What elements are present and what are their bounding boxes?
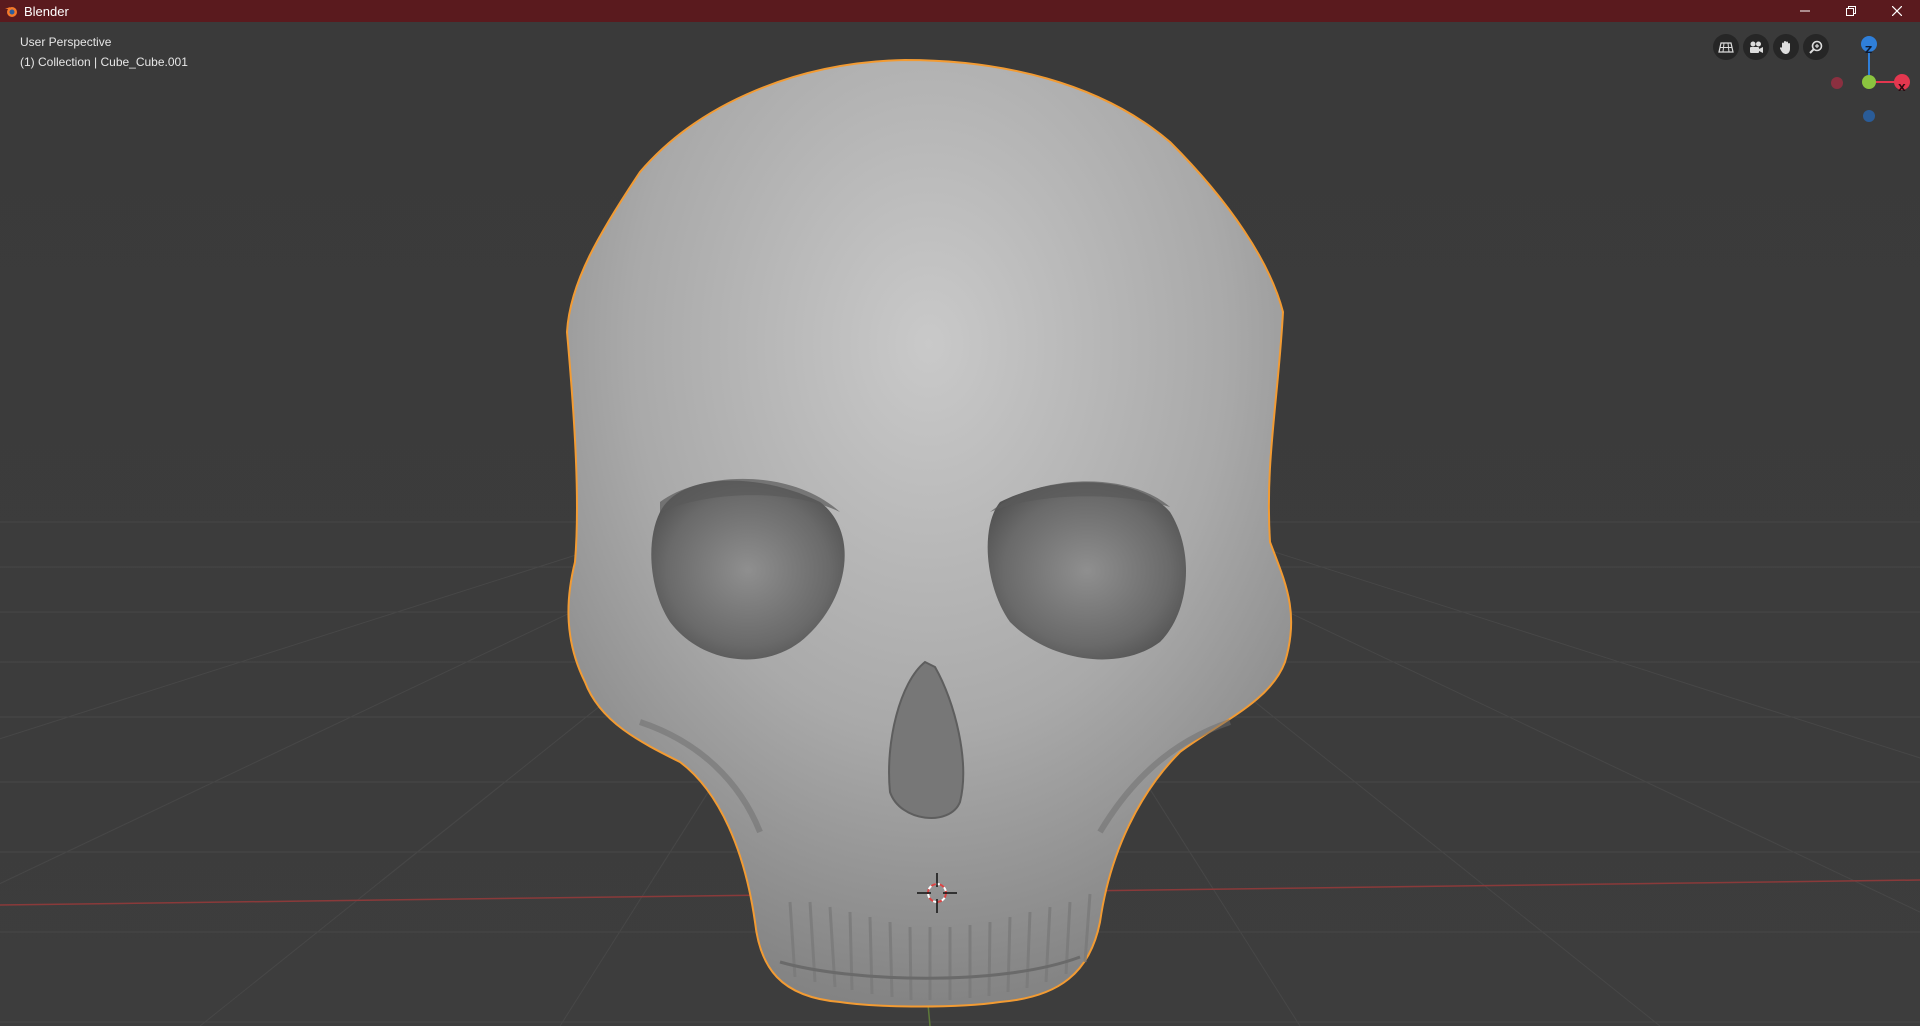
toggle-view-button[interactable] bbox=[1713, 34, 1739, 60]
close-button[interactable] bbox=[1874, 0, 1920, 22]
blender-logo-icon bbox=[4, 4, 18, 18]
restore-button[interactable] bbox=[1828, 0, 1874, 22]
grid-view-icon bbox=[1718, 42, 1734, 53]
window-controls bbox=[1782, 0, 1920, 22]
window-title: Blender bbox=[24, 3, 69, 19]
y-axis-handle bbox=[1862, 75, 1876, 89]
camera-icon bbox=[1750, 41, 1763, 53]
title-bar: Blender bbox=[0, 0, 1920, 22]
viewport-nav-tools bbox=[1713, 34, 1829, 60]
hand-pan-icon bbox=[1779, 41, 1790, 54]
blender-window: Blender User Perspective (1) Collection … bbox=[0, 0, 1920, 1026]
object-info: (1) Collection | Cube_Cube.001 bbox=[20, 55, 188, 69]
view-name: User Perspective bbox=[20, 35, 112, 49]
neg-z-axis-handle bbox=[1863, 110, 1875, 122]
minimize-icon bbox=[1800, 10, 1810, 12]
minimize-button[interactable] bbox=[1782, 0, 1828, 22]
navigation-gizmo[interactable]: Z X bbox=[1820, 30, 1920, 130]
viewport-scene bbox=[0, 22, 1920, 1026]
restore-icon bbox=[1846, 6, 1856, 16]
pan-view-button[interactable] bbox=[1773, 34, 1799, 60]
viewport-info: User Perspective (1) Collection | Cube_C… bbox=[20, 32, 188, 72]
z-axis-label: Z bbox=[1865, 45, 1873, 56]
3d-viewport[interactable]: User Perspective (1) Collection | Cube_C… bbox=[0, 22, 1920, 1026]
neg-x-axis-handle bbox=[1831, 77, 1843, 89]
camera-view-button[interactable] bbox=[1743, 34, 1769, 60]
x-axis-label: X bbox=[1898, 83, 1906, 94]
close-icon bbox=[1892, 6, 1902, 16]
